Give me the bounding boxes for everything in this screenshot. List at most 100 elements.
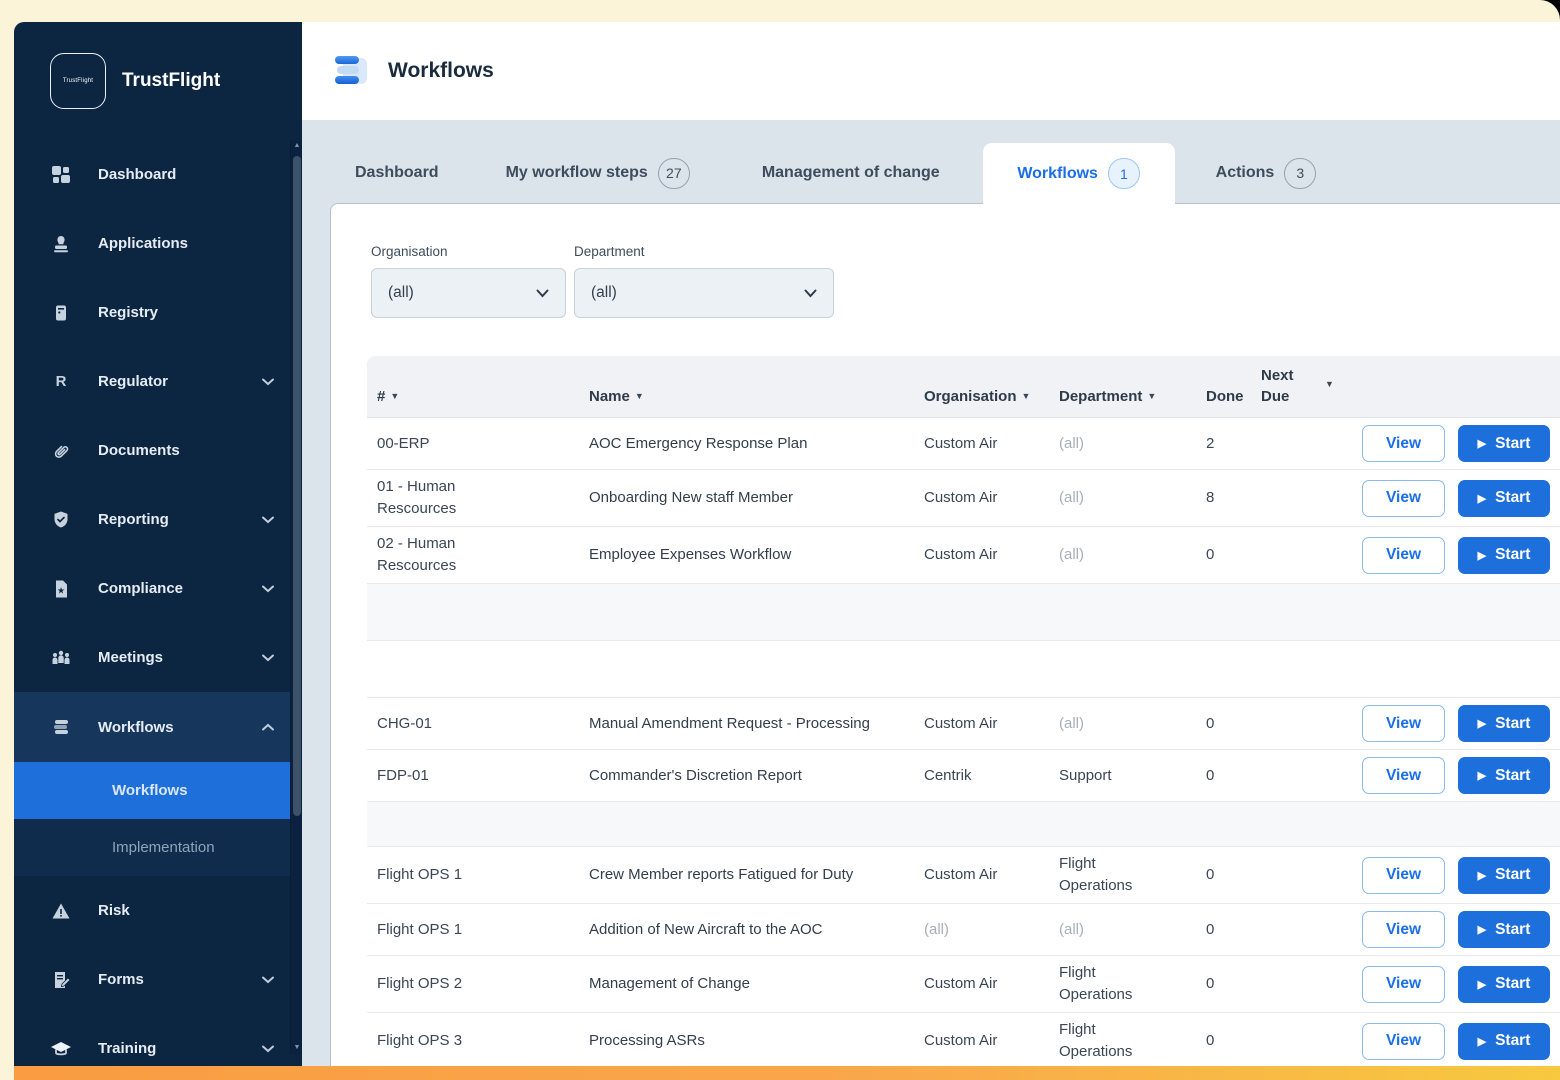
view-button[interactable]: View	[1362, 425, 1445, 462]
view-button[interactable]: View	[1362, 857, 1445, 894]
cell-name: Crew Member reports Fatigued for Duty	[579, 858, 914, 892]
cell-gap	[1315, 770, 1352, 782]
view-button[interactable]: View	[1362, 537, 1445, 574]
column-header-name[interactable]: Name▼	[579, 386, 914, 417]
app-window: TrustFlight TrustFlight Dashboard Applic…	[14, 22, 1560, 1066]
start-button[interactable]: ▶Start	[1458, 857, 1550, 894]
play-icon: ▶	[1478, 437, 1486, 450]
start-button[interactable]: ▶Start	[1458, 757, 1550, 794]
cell-next-due	[1251, 869, 1315, 881]
cell-department: Support	[1049, 759, 1196, 793]
cell-number: Flight OPS 3	[367, 1024, 579, 1058]
sidebar-item-documents[interactable]: Documents	[14, 416, 302, 485]
cell-actions: View ▶Start	[1352, 851, 1560, 900]
play-icon: ▶	[1478, 492, 1486, 505]
view-button[interactable]: View	[1362, 966, 1445, 1003]
tab-label: Workflows	[1017, 165, 1098, 183]
brand-name: TrustFlight	[122, 70, 220, 92]
start-button[interactable]: ▶Start	[1458, 425, 1550, 462]
bottom-accent-bar	[14, 1066, 1560, 1080]
view-button[interactable]: View	[1362, 757, 1445, 794]
graduation-cap-icon	[50, 1038, 72, 1060]
cell-gap	[1315, 869, 1352, 881]
cell-done: 0	[1196, 759, 1251, 793]
cell-name: AOC Emergency Response Plan	[579, 427, 914, 461]
regulator-r-icon: R	[50, 371, 72, 393]
view-button[interactable]: View	[1362, 1023, 1445, 1060]
tab-dashboard[interactable]: Dashboard	[355, 143, 439, 203]
view-button[interactable]: View	[1362, 480, 1445, 517]
table-body: 00-ERPAOC Emergency Response PlanCustom …	[367, 418, 1560, 1066]
sidebar-item-label: Compliance	[98, 580, 236, 597]
cell-name: Processing ASRs	[579, 1024, 914, 1058]
tab-label: Actions	[1216, 164, 1275, 182]
content-gutter: Organisation (all) Department (all)	[302, 203, 1560, 1066]
cell-number: FDP-01	[367, 759, 579, 793]
scrollbar-down-arrow[interactable]: ▼	[291, 1042, 303, 1054]
organisation-label: Organisation	[371, 244, 566, 259]
cell-number: 01 - Human Rescources	[367, 470, 579, 526]
sidebar-item-workflows[interactable]: Workflows	[14, 692, 302, 762]
start-button[interactable]: ▶Start	[1458, 480, 1550, 517]
start-button[interactable]: ▶Start	[1458, 911, 1550, 948]
column-header-num[interactable]: #▼	[367, 386, 579, 417]
cell-gap	[1315, 1035, 1352, 1047]
cell-actions: View ▶Start	[1352, 960, 1560, 1009]
view-button[interactable]: View	[1362, 911, 1445, 948]
sidebar-item-compliance[interactable]: ★ Compliance	[14, 554, 302, 623]
cell-next-due	[1251, 924, 1315, 936]
start-button[interactable]: ▶Start	[1458, 1023, 1550, 1060]
page-title: Workflows	[388, 59, 494, 83]
play-icon: ▶	[1478, 978, 1486, 991]
cell-gap	[1315, 924, 1352, 936]
tab-workflows[interactable]: Workflows 1	[983, 143, 1175, 204]
scrollbar-thumb[interactable]	[293, 156, 301, 816]
organisation-select[interactable]: (all)	[371, 268, 566, 318]
cell-gap	[1315, 438, 1352, 450]
sidebar-subitem-implementation[interactable]: Implementation	[14, 819, 302, 876]
view-button[interactable]: View	[1362, 705, 1445, 742]
start-button[interactable]: ▶Start	[1458, 705, 1550, 742]
sidebar-scrollbar: ▲ ▼	[290, 140, 302, 1054]
sidebar-item-regulator[interactable]: R Regulator	[14, 347, 302, 416]
column-header-done[interactable]: Done	[1196, 386, 1251, 417]
sidebar-item-label: Forms	[98, 971, 236, 988]
sidebar-item-dashboard[interactable]: Dashboard	[14, 140, 302, 209]
cell-actions: View ▶Start	[1352, 419, 1560, 468]
sidebar-subitem-label: Implementation	[112, 839, 215, 856]
cell-number: Flight OPS 1	[367, 858, 579, 892]
stamp-icon	[50, 233, 72, 255]
tab-actions[interactable]: Actions 3	[1216, 143, 1317, 203]
cell-organisation: Custom Air	[914, 707, 1049, 741]
cell-next-due	[1251, 492, 1315, 504]
cell-actions: View ▶Start	[1352, 699, 1560, 748]
sidebar-item-applications[interactable]: Applications	[14, 209, 302, 278]
sort-icon[interactable]: ▼	[1315, 374, 1352, 417]
tab-label: Management of change	[762, 164, 940, 182]
cell-organisation: Custom Air	[914, 858, 1049, 892]
sidebar-item-meetings[interactable]: Meetings	[14, 623, 302, 692]
workflows-page-icon	[335, 56, 369, 86]
sidebar-subitem-workflows[interactable]: Workflows	[14, 762, 302, 819]
tab-management-of-change[interactable]: Management of change	[762, 143, 940, 203]
start-button[interactable]: ▶Start	[1458, 966, 1550, 1003]
sidebar-item-risk[interactable]: Risk	[14, 876, 302, 945]
department-select[interactable]: (all)	[574, 268, 834, 318]
sidebar-item-training[interactable]: Training	[14, 1014, 302, 1066]
chevron-up-icon	[262, 723, 274, 731]
cell-gap	[1315, 492, 1352, 504]
column-header-department[interactable]: Department▼	[1049, 386, 1196, 417]
cell-actions: View ▶Start	[1352, 531, 1560, 580]
start-button[interactable]: ▶Start	[1458, 537, 1550, 574]
table-row: Flight OPS 1Addition of New Aircraft to …	[367, 904, 1560, 956]
sidebar-item-reporting[interactable]: Reporting	[14, 485, 302, 554]
cell-next-due	[1251, 978, 1315, 990]
tab-my-workflow-steps[interactable]: My workflow steps 27	[506, 143, 690, 203]
table-row: Flight OPS 3Processing ASRsCustom AirFli…	[367, 1013, 1560, 1066]
column-header-next-due[interactable]: Next Due	[1251, 365, 1315, 417]
chevron-down-icon	[536, 289, 549, 298]
sidebar-item-registry[interactable]: Registry	[14, 278, 302, 347]
column-header-organisation[interactable]: Organisation▼	[914, 386, 1049, 417]
sidebar-item-forms[interactable]: Forms	[14, 945, 302, 1014]
sort-icon: ▼	[1147, 391, 1156, 401]
